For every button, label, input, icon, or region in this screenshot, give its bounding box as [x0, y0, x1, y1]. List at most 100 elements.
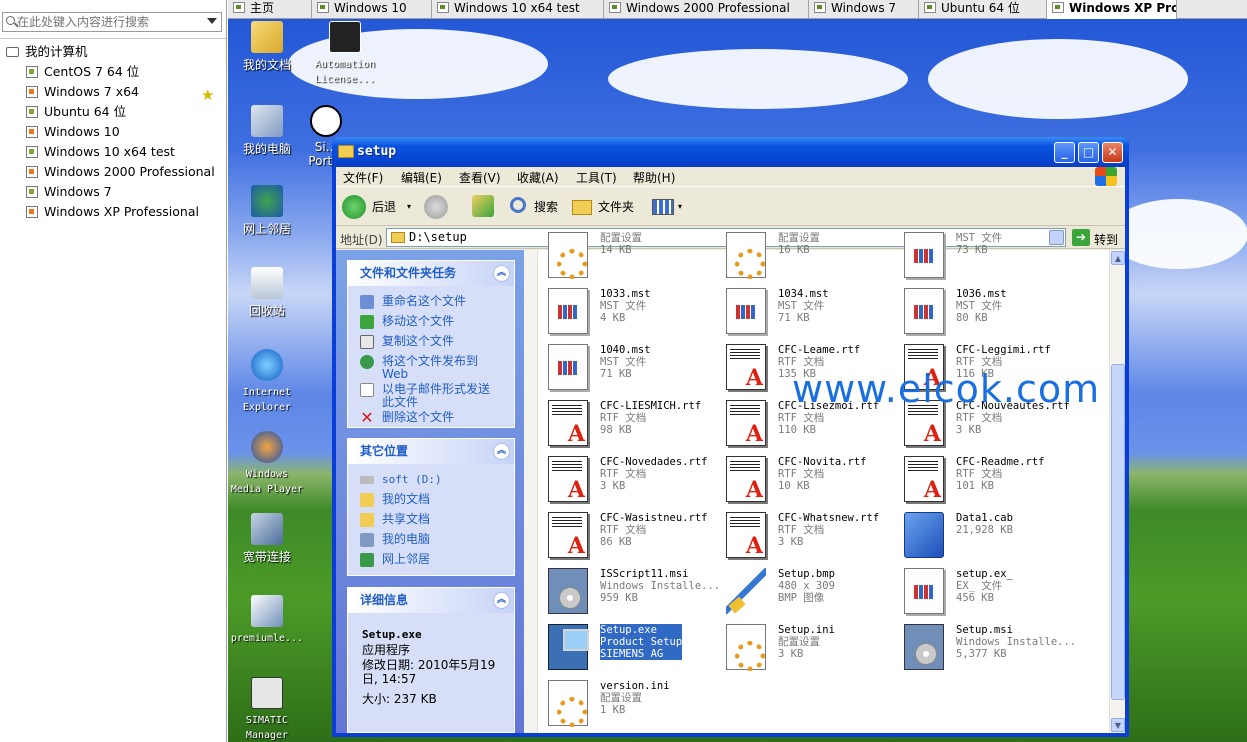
tab-vm[interactable]: 主页	[228, 0, 312, 19]
file-item[interactable]: CFC-Lisezmoi.rtfRTF 文档110 KB	[722, 396, 894, 450]
file-item[interactable]: version.ini 配置设置 1 KB	[544, 676, 716, 730]
menu-view[interactable]: 查看(V)	[459, 169, 501, 186]
place-soft-d[interactable]: soft (D:)	[360, 473, 442, 486]
tab-vm[interactable]: Windows 2000 Professional	[604, 0, 809, 19]
file-item[interactable]: 配置设置 16 KB	[722, 228, 894, 282]
file-item[interactable]: CFC-LIESMICH.rtfRTF 文档98 KB	[544, 396, 716, 450]
file-item[interactable]: MST 文件 73 KB	[900, 228, 1072, 282]
tree-item-vm[interactable]: Windows XP Professional	[26, 202, 199, 222]
tab-vm[interactable]: Windows 10	[312, 0, 432, 19]
back-button[interactable]: 后退 ▾	[342, 193, 412, 221]
vertical-scrollbar[interactable]: ▲ ▼	[1109, 250, 1125, 733]
menu-favorites[interactable]: 收藏(A)	[517, 169, 559, 186]
desktop-icon-premiumle[interactable]: premiumle...	[228, 595, 306, 645]
file-item[interactable]: CFC-Leggimi.rtfRTF 文档116 KB	[900, 340, 1072, 394]
file-item[interactable]: 配置设置 14 KB	[544, 228, 716, 282]
chevron-down-icon[interactable]: ▾	[407, 193, 411, 221]
file-item[interactable]: CFC-Nouveautes.rtfRTF 文档3 KB	[900, 396, 1072, 450]
tree-item-vm[interactable]: Windows 7	[26, 182, 112, 202]
menu-file[interactable]: 文件(F)	[343, 169, 383, 186]
place-network[interactable]: 网上邻居	[360, 553, 430, 567]
file-item[interactable]: 1036.mst MST 文件 80 KB	[900, 284, 1072, 338]
places-header[interactable]: 其它位置 ︽	[348, 439, 514, 464]
window-titlebar[interactable]: setup _ □ ✕	[332, 137, 1129, 167]
tree-item-vm[interactable]: Windows 10	[26, 122, 120, 142]
place-my-documents[interactable]: 我的文档	[360, 493, 430, 507]
desktop-icon-network[interactable]: 网上邻居	[228, 185, 306, 237]
library-search-input[interactable]	[17, 14, 203, 30]
desktop-icon-recycle-bin[interactable]: 回收站	[228, 267, 306, 319]
tree-item-vm[interactable]: CentOS 7 64 位	[26, 62, 139, 82]
close-button[interactable]: ✕	[1102, 142, 1123, 163]
place-shared-documents[interactable]: 共享文档	[360, 513, 430, 527]
forward-button[interactable]	[424, 195, 448, 219]
place-my-computer[interactable]: 我的电脑	[360, 533, 430, 547]
task-publish-web[interactable]: 将这个文件发布到 Web	[360, 355, 500, 381]
desktop-icon-media-player[interactable]: Windows Media Player	[228, 431, 306, 496]
details-header[interactable]: 详细信息 ︽	[348, 588, 514, 613]
maximize-button[interactable]: □	[1078, 142, 1099, 163]
task-delete[interactable]: ✕ 删除这个文件	[360, 410, 454, 426]
file-item[interactable]: CFC-Novita.rtfRTF 文档10 KB	[722, 452, 894, 506]
file-item[interactable]: Setup.ini 配置设置 3 KB	[722, 620, 894, 674]
scroll-up-button[interactable]: ▲	[1111, 251, 1125, 265]
collapse-icon[interactable]: ︽	[493, 443, 510, 460]
desktop-icon-automation-license[interactable]: Automation License...	[306, 21, 384, 86]
tab-vm[interactable]: Ubuntu 64 位	[919, 0, 1047, 19]
tab-vm[interactable]: Windows 10 x64 test	[432, 0, 604, 19]
scroll-thumb[interactable]	[1111, 364, 1125, 700]
tree-item-vm[interactable]: Windows 7 x64	[26, 82, 139, 102]
tree-item-vm[interactable]: Ubuntu 64 位	[26, 102, 126, 122]
menu-edit[interactable]: 编辑(E)	[401, 169, 442, 186]
desktop-icon-simatic-manager[interactable]: SIMATIC Manager	[228, 677, 306, 742]
desktop-icon-my-computer[interactable]: 我的电脑	[228, 105, 306, 157]
up-folder-button[interactable]	[472, 195, 494, 217]
folders-button[interactable]: 文件夹	[572, 193, 642, 221]
scroll-down-button[interactable]: ▼	[1111, 718, 1125, 732]
collapse-icon[interactable]: ︽	[493, 592, 510, 609]
file-name: CFC-Lisezmoi.rtf	[778, 400, 880, 412]
tasks-header[interactable]: 文件和文件夹任务 ︽	[348, 261, 514, 286]
file-item[interactable]: Data1.cab 21,928 KB	[900, 508, 1072, 562]
file-item[interactable]: Setup.msi Windows Installe... 5,377 KB	[900, 620, 1076, 674]
file-item[interactable]: 1040.mst MST 文件 71 KB	[544, 340, 716, 394]
minimize-button[interactable]: _	[1054, 142, 1075, 163]
computer-icon	[251, 105, 283, 137]
file-item[interactable]: CFC-Novedades.rtfRTF 文档3 KB	[544, 452, 716, 506]
chevron-down-icon[interactable]	[207, 18, 217, 24]
desktop-icon-internet-explorer[interactable]: Internet Explorer	[228, 349, 306, 414]
file-text: CFC-Lisezmoi.rtf RTF 文档 110 KB	[778, 400, 879, 436]
search-button[interactable]: 搜索	[508, 193, 568, 221]
file-item[interactable]: CFC-Whatsnew.rtfRTF 文档3 KB	[722, 508, 894, 562]
go-arrow-icon[interactable]: ➔	[1072, 229, 1090, 246]
file-item[interactable]: CFC-Readme.rtfRTF 文档101 KB	[900, 452, 1072, 506]
star-icon[interactable]: ★	[201, 86, 214, 104]
views-button[interactable]: ▾	[652, 193, 686, 221]
file-item[interactable]: ISScript11.msi Windows Installe... 959 KB	[544, 564, 720, 618]
tab-vm[interactable]: Windows 7	[809, 0, 919, 19]
library-search[interactable]	[2, 12, 222, 32]
task-copy[interactable]: 复制这个文件	[360, 335, 454, 349]
desktop-icon-broadband[interactable]: 宽带连接	[228, 513, 306, 565]
task-email[interactable]: 以电子邮件形式发送此文件	[360, 383, 500, 409]
file-item[interactable]: setup.ex_ EX_ 文件 456 KB	[900, 564, 1072, 618]
menu-help[interactable]: 帮助(H)	[633, 169, 675, 186]
menu-tools[interactable]: 工具(T)	[576, 169, 617, 186]
task-move[interactable]: 移动这个文件	[360, 315, 454, 329]
task-rename[interactable]: 重命名这个文件	[360, 295, 466, 309]
vm-icon	[814, 2, 826, 13]
file-item[interactable]: 1034.mst MST 文件 71 KB	[722, 284, 894, 338]
tree-root-my-computer[interactable]: 我的计算机	[6, 42, 88, 62]
file-item[interactable]: 1033.mst MST 文件 4 KB	[544, 284, 716, 338]
go-button[interactable]: 转到	[1094, 231, 1118, 248]
file-item[interactable]: CFC-Wasistneu.rtfRTF 文档86 KB	[544, 508, 716, 562]
file-name: CFC-Readme.rtf	[956, 456, 1045, 468]
tree-item-vm[interactable]: Windows 2000 Professional	[26, 162, 215, 182]
desktop-icon-my-documents[interactable]: 我的文档	[228, 21, 306, 73]
tab-vm[interactable]: Windows XP Pro...	[1047, 0, 1177, 19]
file-item[interactable]: CFC-Leame.rtfRTF 文档135 KB	[722, 340, 894, 394]
file-item[interactable]: Setup.exe Product Setup SIEMENS AG	[544, 620, 716, 674]
collapse-icon[interactable]: ︽	[493, 265, 510, 282]
file-item[interactable]: Setup.bmp 480 x 309 BMP 图像	[722, 564, 894, 618]
tree-item-vm[interactable]: Windows 10 x64 test	[26, 142, 175, 162]
